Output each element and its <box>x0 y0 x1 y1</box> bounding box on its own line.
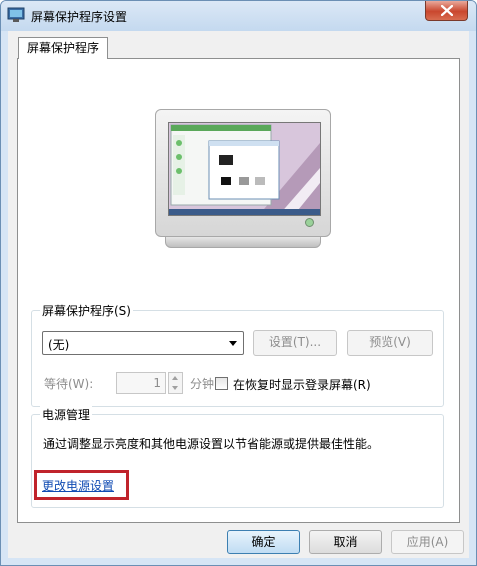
screensaver-select-value: (无) <box>48 338 70 352</box>
power-group: 电源管理 通过调整显示亮度和其他电源设置以节省能源或提供最佳性能。 更改电源设置 <box>31 406 444 508</box>
close-button[interactable] <box>425 1 468 21</box>
title-bar[interactable]: 屏幕保护程序设置 <box>1 1 476 31</box>
dialog-client-area: 屏幕保护程序 屏幕保护程序(S) (无) 设置(T)... 预览(V) 等待(W… <box>8 31 469 558</box>
cancel-button[interactable]: 取消 <box>309 530 382 554</box>
ok-button[interactable]: 确定 <box>227 530 300 554</box>
power-group-label: 电源管理 <box>40 406 93 423</box>
chevron-down-icon <box>229 341 237 346</box>
wait-label: 等待(W): <box>44 377 94 391</box>
window-title: 屏幕保护程序设置 <box>31 10 128 24</box>
resume-logon-label[interactable]: 在恢复时显示登录屏幕(R) <box>233 376 371 393</box>
wait-minutes-value: 1 <box>153 376 161 390</box>
tab-screensaver[interactable]: 屏幕保护程序 <box>18 37 108 59</box>
preview-button[interactable]: 预览(V) <box>347 330 433 356</box>
settings-button[interactable]: 设置(T)... <box>253 330 337 356</box>
arrow-down-icon <box>172 386 178 390</box>
apply-button[interactable]: 应用(A) <box>391 530 464 554</box>
monitor-preview <box>155 109 331 256</box>
change-power-settings-link[interactable]: 更改电源设置 <box>42 477 114 494</box>
arrow-up-icon <box>172 376 178 380</box>
monitor-stand <box>165 236 321 248</box>
power-led-icon <box>305 218 314 227</box>
screensaver-group: 屏幕保护程序(S) (无) 设置(T)... 预览(V) 等待(W): 1 分钟… <box>31 302 444 407</box>
wait-minutes-input[interactable]: 1 <box>116 372 166 394</box>
desktop-preview-image <box>169 123 320 215</box>
tab-panel: 屏幕保护程序(S) (无) 设置(T)... 预览(V) 等待(W): 1 分钟… <box>17 58 460 523</box>
preview-screen <box>168 122 321 216</box>
monitor-frame <box>155 109 331 237</box>
power-description: 通过调整显示亮度和其他电源设置以节省能源或提供最佳性能。 <box>43 437 380 451</box>
display-settings-icon <box>7 7 25 22</box>
close-icon <box>441 5 453 16</box>
resume-logon-checkbox[interactable] <box>215 377 228 390</box>
dialog-window: 屏幕保护程序设置 屏幕保护程序 屏幕保护程序(S) (无) 设置(T)... 预… <box>0 0 477 566</box>
wait-minutes-stepper[interactable] <box>168 372 183 394</box>
screensaver-group-label: 屏幕保护程序(S) <box>40 302 133 319</box>
wait-unit-label: 分钟 <box>190 377 215 391</box>
screensaver-select[interactable]: (无) <box>42 331 244 355</box>
